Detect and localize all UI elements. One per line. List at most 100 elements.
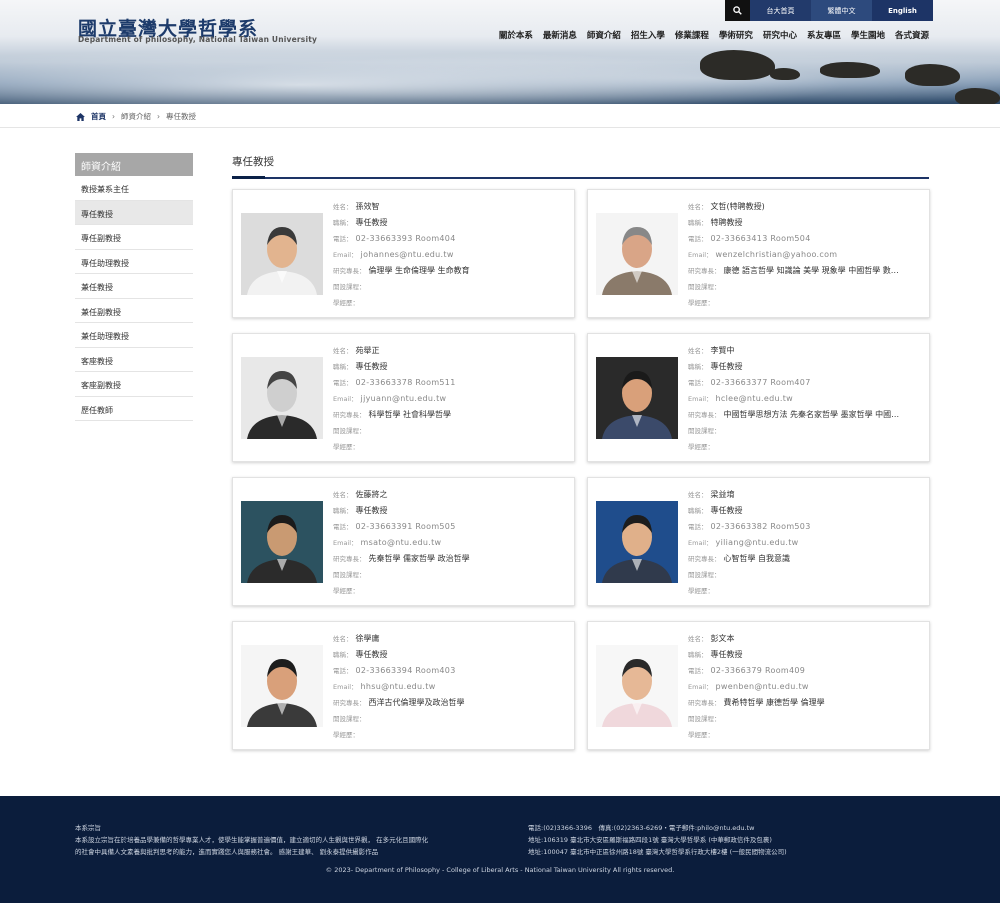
faculty-phone: 02-33663382 Room503 [710,522,811,531]
home-icon [76,112,85,121]
faculty-card[interactable]: 姓名： 徐學庸 職稱： 專任教授 電話： 02-33663394 Room403 Em… [232,621,575,750]
faculty-card[interactable]: 姓名： 李賢中 職稱： 專任教授 電話： 02-33663377 Room407 Em… [587,333,930,462]
name-label: 姓名： [688,347,708,355]
breadcrumb-home[interactable]: 首頁 [91,111,106,122]
faculty-research: 倫理學 生命倫理學 生命教育 [368,266,470,275]
faculty-photo[interactable] [241,357,323,439]
sidebar-item-active[interactable]: 專任教授 [75,200,193,225]
footer-contact-line: 地址:100047 臺北市中正區徐州路18號 臺灣大學哲學系行政大樓2樓 (一般… [528,848,787,856]
lang-en-link[interactable]: English [872,0,933,21]
nav-item[interactable]: 學生園地 [851,29,885,41]
faculty-email[interactable]: johannes@ntu.edu.tw [361,250,454,259]
email-label: Email： [688,683,713,691]
research-label: 研究專長： [333,267,366,275]
faculty-email[interactable]: jjyuann@ntu.edu.tw [361,394,447,403]
title-label: 職稱： [333,651,353,659]
faculty-name[interactable]: 佐藤將之 [356,490,388,499]
courses-label: 開設課程： [333,427,366,435]
nav-item[interactable]: 修業課程 [675,29,709,41]
email-label: Email： [333,395,358,403]
nav-item[interactable]: 各式資源 [895,29,929,41]
title-label: 職稱： [688,507,708,515]
faculty-card[interactable]: 姓名： 文哲(特聘教授) 職稱： 特聘教授 電話： 02-33663413 Room5… [587,189,930,318]
faculty-info: 姓名： 孫效智 職稱： 專任教授 電話： 02-33663393 Room404 Em… [333,201,569,313]
faculty-research: 科學哲學 社會科學哲學 [368,410,452,419]
email-label: Email： [333,251,358,259]
faculty-name[interactable]: 彭文本 [711,634,735,643]
faculty-card[interactable]: 姓名： 佐藤將之 職稱： 專任教授 電話： 02-33663391 Room505 E… [232,477,575,606]
sidebar-item[interactable]: 客座教授 [75,348,193,372]
title-label: 職稱： [333,219,353,227]
faculty-research: 中國哲學思想方法 先秦名家哲學 墨家哲學 中國… [723,410,900,419]
name-label: 姓名： [688,491,708,499]
nav-item[interactable]: 招生入學 [631,29,665,41]
faculty-photo[interactable] [241,645,323,727]
faculty-photo[interactable] [596,213,678,295]
faculty-photo[interactable] [596,645,678,727]
faculty-info: 姓名： 李賢中 職稱： 專任教授 電話： 02-33663377 Room407 Em… [688,345,924,457]
faculty-name[interactable]: 李賢中 [711,346,735,355]
email-label: Email： [688,395,713,403]
nav-item[interactable]: 學術研究 [719,29,753,41]
title-label: 職稱： [333,507,353,515]
name-label: 姓名： [333,491,353,499]
faculty-email[interactable]: wenzelchristian@yahoo.com [716,250,838,259]
faculty-title: 專任教授 [710,506,743,515]
faculty-card[interactable]: 姓名： 彭文本 職稱： 專任教授 電話： 02-3366379 Room409 Ema… [587,621,930,750]
nav-item[interactable]: 最新消息 [543,29,577,41]
faculty-email[interactable]: hhsu@ntu.edu.tw [361,682,436,691]
phone-label: 電話： [333,235,353,243]
faculty-photo[interactable] [596,357,678,439]
sidebar-item[interactable]: 專任副教授 [75,225,193,250]
sidebar-item[interactable]: 兼任副教授 [75,299,193,323]
search-icon [733,6,742,15]
faculty-info: 姓名： 佐藤將之 職稱： 專任教授 電話： 02-33663391 Room505 E… [333,489,569,601]
breadcrumb-item[interactable]: 師資介紹 [121,111,151,122]
faculty-title: 特聘教授 [710,218,743,227]
person-portrait-icon [247,515,317,583]
faculty-email[interactable]: hclee@ntu.edu.tw [716,394,793,403]
faculty-research: 費希特哲學 康德哲學 倫理學 [723,698,825,707]
sidebar-item[interactable]: 兼任助理教授 [75,323,193,348]
sidebar-item[interactable]: 歷任教師 [75,397,193,421]
faculty-card[interactable]: 姓名： 苑舉正 職稱： 專任教授 電話： 02-33663378 Room511 Em… [232,333,575,462]
ntu-home-link[interactable]: 台大首頁 [750,0,811,21]
phone-label: 電話： [688,667,708,675]
courses-label: 開設課程： [688,571,721,579]
nav-item[interactable]: 關於本系 [499,29,533,41]
faculty-research: 先秦哲學 儒家哲學 政治哲學 [368,554,470,563]
courses-label: 開設課程： [688,427,721,435]
faculty-name[interactable]: 孫效智 [356,202,380,211]
faculty-name[interactable]: 文哲(特聘教授) [711,202,765,211]
faculty-name[interactable]: 苑舉正 [356,346,380,355]
phone-label: 電話： [688,235,708,243]
faculty-name[interactable]: 梁益堉 [711,490,735,499]
sidebar-item[interactable]: 兼任教授 [75,274,193,299]
top-utility-bar: 台大首頁 繁體中文 English [725,0,933,21]
faculty-email[interactable]: msato@ntu.edu.tw [361,538,442,547]
nav-item[interactable]: 系友專區 [807,29,841,41]
nav-item[interactable]: 研究中心 [763,29,797,41]
faculty-title: 專任教授 [355,362,388,371]
nav-item[interactable]: 師資介紹 [587,29,621,41]
lang-zh-link[interactable]: 繁體中文 [811,0,872,21]
faculty-research: 西洋古代倫理學及政治哲學 [368,698,465,707]
faculty-phone: 02-33663394 Room403 [355,666,456,675]
faculty-photo[interactable] [596,501,678,583]
faculty-email[interactable]: yiliang@ntu.edu.tw [716,538,799,547]
title-label: 職稱： [688,363,708,371]
sidebar-item[interactable]: 教授兼系主任 [75,176,193,201]
sidebar-item[interactable]: 客座副教授 [75,372,193,397]
faculty-photo[interactable] [241,213,323,295]
faculty-photo[interactable] [241,501,323,583]
sidebar-item[interactable]: 專任助理教授 [75,250,193,274]
research-label: 研究專長： [333,555,366,563]
faculty-card[interactable]: 姓名： 孫效智 職稱： 專任教授 電話： 02-33663393 Room404 Em… [232,189,575,318]
faculty-name[interactable]: 徐學庸 [356,634,380,643]
search-button[interactable] [725,0,750,21]
education-label: 學經歷： [688,587,714,595]
faculty-card[interactable]: 姓名： 梁益堉 職稱： 專任教授 電話： 02-33663382 Room503 Em… [587,477,930,606]
person-portrait-icon [247,371,317,439]
footer-mission-title: 本系宗旨 [75,824,101,832]
faculty-email[interactable]: pwenben@ntu.edu.tw [716,682,809,691]
